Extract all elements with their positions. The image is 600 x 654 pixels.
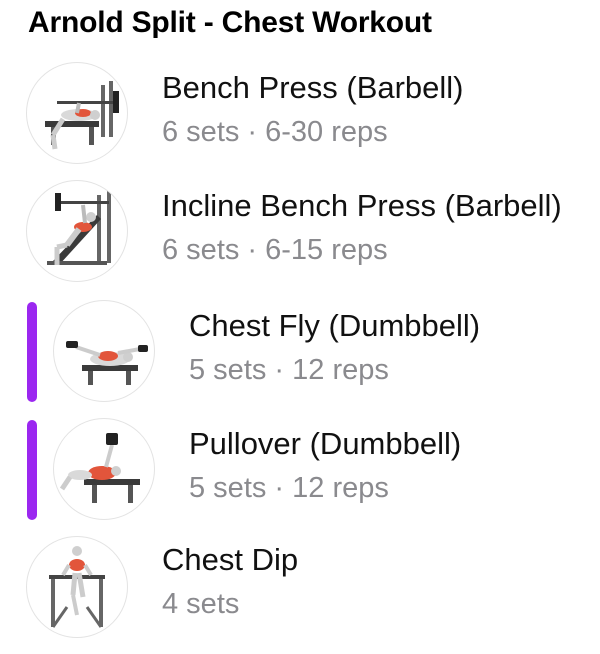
exercise-details: 4 sets <box>162 588 240 620</box>
exercise-row-incline-bench-press[interactable]: Incline Bench Press (Barbell) 6 sets · 6… <box>0 178 600 288</box>
exercise-row-bench-press[interactable]: Bench Press (Barbell) 6 sets · 6-30 reps <box>0 60 600 170</box>
exercise-row-chest-fly[interactable]: Chest Fly (Dumbbell) 5 sets · 12 reps <box>0 296 600 406</box>
page-title: Arnold Split - Chest Workout <box>28 6 432 39</box>
exercise-row-chest-dip[interactable]: Chest Dip 4 sets <box>0 532 600 642</box>
exercise-name: Chest Dip <box>162 542 299 577</box>
exercise-name: Incline Bench Press (Barbell) <box>162 188 562 223</box>
chest-dip-illustration-icon <box>26 536 128 638</box>
exercise-name: Pullover (Dumbbell) <box>189 426 462 461</box>
superset-indicator <box>27 302 37 402</box>
chest-fly-illustration-icon <box>53 300 155 402</box>
incline-bench-press-illustration-icon <box>26 180 128 282</box>
exercise-name: Bench Press (Barbell) <box>162 70 464 105</box>
exercise-details: 6 sets · 6-30 reps <box>162 116 388 148</box>
pullover-illustration-icon <box>53 418 155 520</box>
superset-indicator <box>27 420 37 520</box>
exercise-details: 5 sets · 12 reps <box>189 354 389 386</box>
exercise-row-pullover[interactable]: Pullover (Dumbbell) 5 sets · 12 reps <box>0 414 600 524</box>
exercise-details: 6 sets · 6-15 reps <box>162 234 388 266</box>
exercise-details: 5 sets · 12 reps <box>189 472 389 504</box>
bench-press-illustration-icon <box>26 62 128 164</box>
exercise-name: Chest Fly (Dumbbell) <box>189 308 481 343</box>
